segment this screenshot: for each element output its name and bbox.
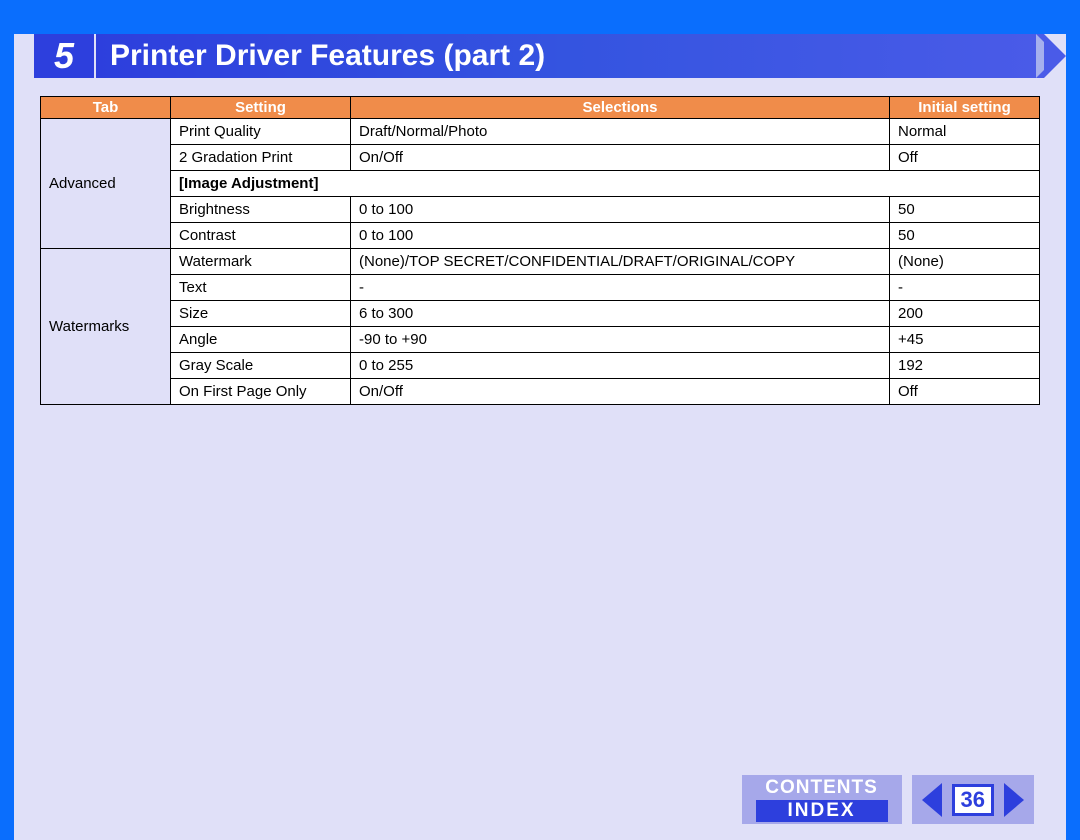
page-number: 36 bbox=[952, 784, 994, 816]
content-area: Tab Setting Selections Initial setting A… bbox=[40, 96, 1040, 405]
initial-cell: - bbox=[890, 275, 1040, 301]
prev-page-icon[interactable] bbox=[922, 783, 942, 817]
setting-cell: Contrast bbox=[171, 223, 351, 249]
tab-cell: Watermarks bbox=[41, 249, 171, 405]
features-table: Tab Setting Selections Initial setting A… bbox=[40, 96, 1040, 405]
page-title: Printer Driver Features (part 2) bbox=[96, 34, 1044, 78]
selections-cell: - bbox=[351, 275, 890, 301]
table-row: 2 Gradation PrintOn/OffOff bbox=[41, 145, 1040, 171]
col-header-initial: Initial setting bbox=[890, 97, 1040, 119]
page-container: 5 Printer Driver Features (part 2) Tab S… bbox=[14, 34, 1066, 840]
selections-cell: On/Off bbox=[351, 145, 890, 171]
selections-cell: (None)/TOP SECRET/CONFIDENTIAL/DRAFT/ORI… bbox=[351, 249, 890, 275]
initial-cell: 192 bbox=[890, 353, 1040, 379]
setting-cell: Print Quality bbox=[171, 119, 351, 145]
setting-cell: Size bbox=[171, 301, 351, 327]
section-header: [Image Adjustment] bbox=[171, 171, 1040, 197]
table-row: AdvancedPrint QualityDraft/Normal/PhotoN… bbox=[41, 119, 1040, 145]
setting-cell: Gray Scale bbox=[171, 353, 351, 379]
contents-link[interactable]: CONTENTS bbox=[765, 777, 878, 799]
setting-cell: Angle bbox=[171, 327, 351, 353]
chapter-number: 5 bbox=[54, 35, 74, 77]
initial-cell: Off bbox=[890, 145, 1040, 171]
footer-nav: CONTENTS INDEX 36 bbox=[742, 775, 1034, 824]
table-header-row: Tab Setting Selections Initial setting bbox=[41, 97, 1040, 119]
next-page-icon[interactable] bbox=[1004, 783, 1024, 817]
selections-cell: 0 to 255 bbox=[351, 353, 890, 379]
table-row: Angle-90 to +90+45 bbox=[41, 327, 1040, 353]
selections-cell: 0 to 100 bbox=[351, 197, 890, 223]
col-header-setting: Setting bbox=[171, 97, 351, 119]
setting-cell: 2 Gradation Print bbox=[171, 145, 351, 171]
table-row: WatermarksWatermark(None)/TOP SECRET/CON… bbox=[41, 249, 1040, 275]
table-row: Text-- bbox=[41, 275, 1040, 301]
col-header-selections: Selections bbox=[351, 97, 890, 119]
selections-cell: On/Off bbox=[351, 379, 890, 405]
index-link[interactable]: INDEX bbox=[756, 800, 888, 822]
setting-cell: Brightness bbox=[171, 197, 351, 223]
table-row: Gray Scale0 to 255192 bbox=[41, 353, 1040, 379]
initial-cell: 50 bbox=[890, 223, 1040, 249]
selections-cell: 6 to 300 bbox=[351, 301, 890, 327]
selections-cell: Draft/Normal/Photo bbox=[351, 119, 890, 145]
selections-cell: 0 to 100 bbox=[351, 223, 890, 249]
setting-cell: Text bbox=[171, 275, 351, 301]
initial-cell: 200 bbox=[890, 301, 1040, 327]
table-row: On First Page OnlyOn/OffOff bbox=[41, 379, 1040, 405]
chapter-badge: 5 bbox=[34, 34, 94, 78]
title-bar: 5 Printer Driver Features (part 2) bbox=[34, 34, 1044, 78]
table-row: Contrast0 to 10050 bbox=[41, 223, 1040, 249]
page-title-text: Printer Driver Features (part 2) bbox=[110, 39, 545, 73]
col-header-tab: Tab bbox=[41, 97, 171, 119]
table-row: Brightness0 to 10050 bbox=[41, 197, 1040, 223]
initial-cell: +45 bbox=[890, 327, 1040, 353]
contents-index-block: CONTENTS INDEX bbox=[742, 775, 902, 824]
setting-cell: On First Page Only bbox=[171, 379, 351, 405]
tab-cell: Advanced bbox=[41, 119, 171, 249]
table-row: [Image Adjustment] bbox=[41, 171, 1040, 197]
title-arrow-inner bbox=[1044, 34, 1066, 78]
page-nav: 36 bbox=[912, 775, 1034, 824]
initial-cell: 50 bbox=[890, 197, 1040, 223]
table-row: Size6 to 300200 bbox=[41, 301, 1040, 327]
initial-cell: (None) bbox=[890, 249, 1040, 275]
initial-cell: Off bbox=[890, 379, 1040, 405]
initial-cell: Normal bbox=[890, 119, 1040, 145]
selections-cell: -90 to +90 bbox=[351, 327, 890, 353]
setting-cell: Watermark bbox=[171, 249, 351, 275]
